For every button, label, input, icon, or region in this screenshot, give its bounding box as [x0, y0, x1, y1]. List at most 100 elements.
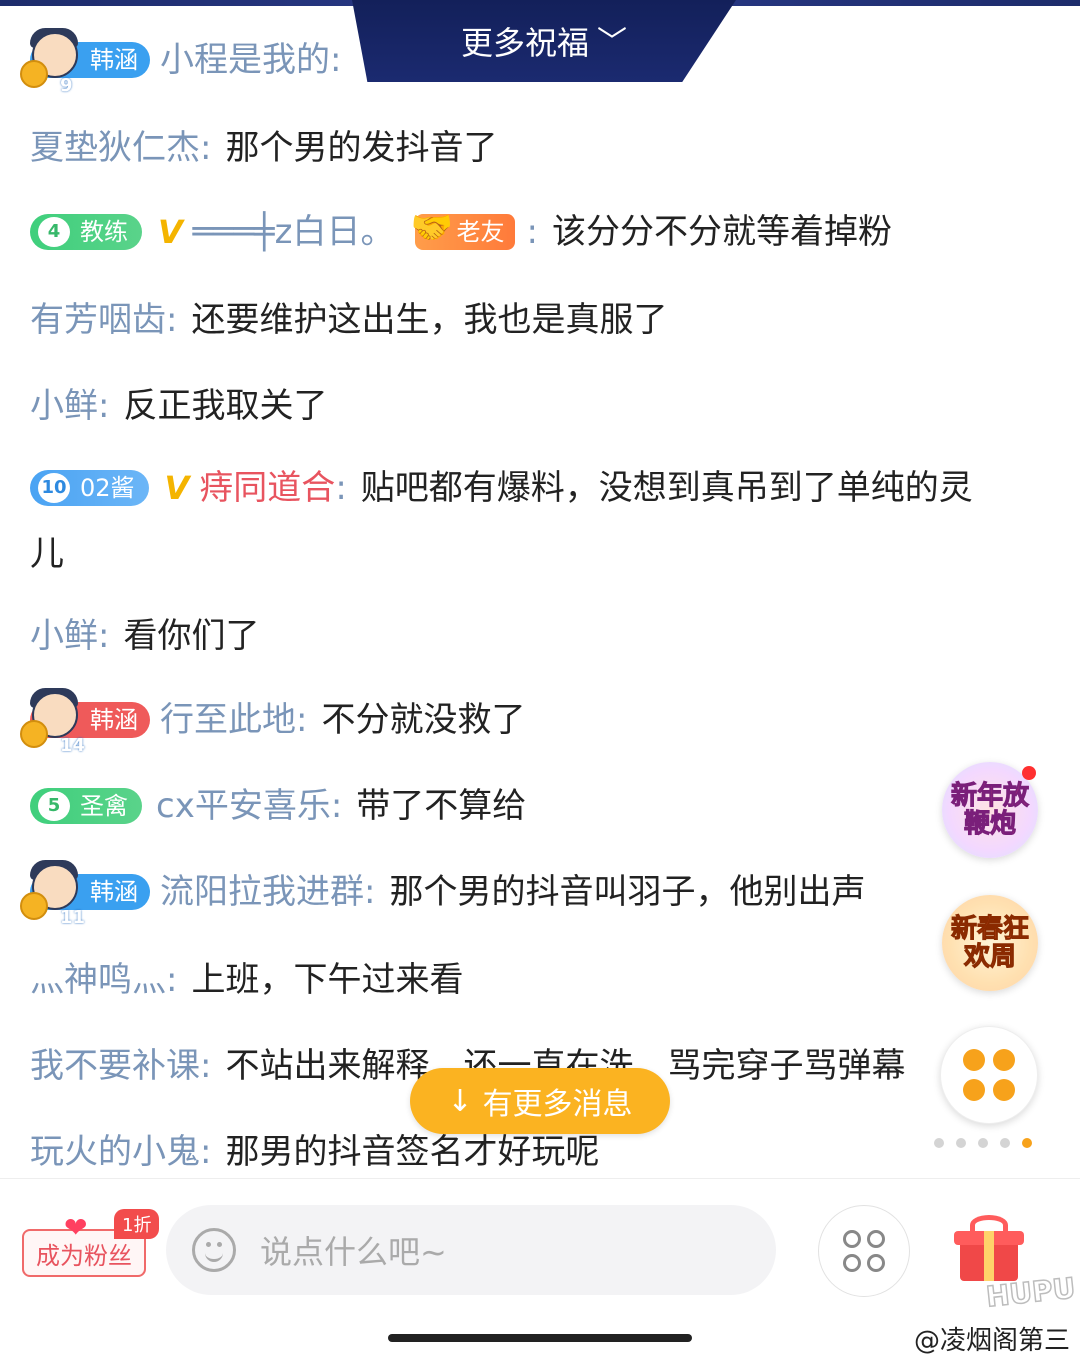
activity-pager[interactable]: [934, 1138, 1032, 1148]
username[interactable]: 流阳拉我进群: [160, 870, 364, 914]
badge-label: 02酱: [80, 474, 135, 502]
username[interactable]: 玩火的小鬼: [30, 1130, 200, 1174]
message-text: 看你们了: [123, 616, 260, 656]
chat-list[interactable]: 9 韩涵 小程是我的 : 夏垫狄仁杰 : 那个男的发抖音了 4 教练 V ═══…: [0, 0, 1080, 1180]
gift-button[interactable]: [954, 1215, 1024, 1281]
verified-v-icon: V: [164, 469, 190, 507]
username[interactable]: 小鲜: [30, 614, 98, 658]
message-text: 该分分不分就等着掉粉: [551, 212, 892, 252]
username[interactable]: 小鲜: [30, 384, 98, 428]
fan-club-badge[interactable]: 4 教练: [30, 214, 142, 250]
message-text: 那个男的发抖音了: [225, 128, 498, 168]
badge-label: 圣禽: [80, 792, 128, 820]
name-separator: :: [296, 700, 308, 740]
pager-dot-active: [1022, 1138, 1032, 1148]
chat-message: 11 韩涵 流阳拉我进群 : 那个男的抖音叫羽子，他别出声: [20, 860, 1050, 928]
chat-message: 小鲜 : 反正我取关了: [30, 384, 1050, 428]
discount-tag: 1折: [114, 1209, 160, 1239]
chat-message-continuation: 儿: [30, 532, 1050, 576]
username[interactable]: 夏垫狄仁杰: [30, 126, 200, 170]
fan-club-badge[interactable]: 10 02酱: [30, 470, 149, 506]
avatar: 14: [20, 686, 85, 756]
chevron-down-icon: ﹀: [597, 25, 627, 60]
username[interactable]: cx平安喜乐: [156, 784, 331, 828]
message-text: 反正我取关了: [123, 386, 328, 426]
name-separator: :: [166, 300, 178, 340]
emoji-icon[interactable]: [192, 1228, 236, 1272]
badge-level: 11: [60, 907, 86, 928]
chat-message: 4 教练 V ═══╪z白日。 🤝 老友 : 该分分不分就等着掉粉: [30, 208, 1050, 254]
username[interactable]: 有芳咽齿: [30, 298, 166, 342]
message-text: 贴吧都有爆料，没想到真吊到了单纯的灵: [360, 468, 973, 508]
apps-grid-icon: [963, 1049, 1015, 1101]
heart-level-icon: 10: [38, 473, 70, 503]
badge-label: 韩涵: [90, 46, 138, 74]
name-separator: :: [98, 616, 110, 656]
avatar: 9: [20, 26, 84, 96]
friend-badge-label: 老友: [456, 218, 505, 246]
username[interactable]: ═══╪z白日。: [193, 210, 395, 254]
name-separator: :: [330, 40, 342, 80]
carnival-label: 新春狂欢周: [950, 914, 1029, 972]
new-year-firecracker-button[interactable]: 新年放鞭炮: [942, 762, 1038, 858]
chat-message: 5 圣禽 cx平安喜乐 : 带了不算给: [30, 784, 1050, 828]
old-friend-badge: 🤝 老友: [411, 208, 515, 250]
heart-icon: ❤: [64, 1211, 88, 1244]
username[interactable]: 我不要补课: [30, 1044, 200, 1088]
chat-message: 10 02酱 V 痔同道合 : 贴吧都有爆料，没想到真吊到了单纯的灵: [30, 466, 1050, 510]
name-separator: :: [200, 1046, 212, 1086]
message-text: 带了不算给: [356, 786, 527, 826]
more-messages-button[interactable]: ↓ 有更多消息: [410, 1068, 670, 1134]
chat-message: 小鲜 : 看你们了: [30, 614, 1050, 658]
comment-input[interactable]: 说点什么吧~: [166, 1205, 776, 1295]
heart-level-icon: 5: [38, 791, 70, 821]
name-separator: :: [364, 872, 376, 912]
weibo-watermark: @凌烟阁第三: [913, 1326, 1070, 1356]
message-text: 那个男的抖音叫羽子，他别出声: [389, 872, 866, 912]
fan-badge[interactable]: 11 韩涵: [20, 860, 150, 928]
badge-level: 9: [60, 75, 73, 96]
spring-carnival-button[interactable]: 新春狂欢周: [942, 895, 1038, 991]
chat-message: 有芳咽齿 : 还要维护这出生，我也是真服了: [30, 298, 1050, 342]
fan-badge[interactable]: 14 韩涵: [20, 688, 150, 756]
verified-v-icon: V: [158, 213, 183, 251]
avatar: 11: [20, 858, 85, 928]
badge-label: 教练: [80, 218, 128, 246]
message-text: 不分就没救了: [321, 700, 526, 740]
pager-dot: [978, 1138, 988, 1148]
more-blessings-label: 更多祝福: [460, 24, 589, 62]
name-separator: :: [166, 960, 178, 1000]
pager-dot: [956, 1138, 966, 1148]
firecracker-label: 新年放鞭炮: [950, 781, 1029, 839]
username[interactable]: 灬神鸣灬: [30, 958, 166, 1002]
username[interactable]: 行至此地: [160, 698, 296, 742]
chat-message: 灬神鸣灬 : 上班，下午过来看: [30, 958, 1050, 1002]
notification-dot: [1022, 766, 1036, 780]
chat-message: 14 韩涵 行至此地 : 不分就没救了: [20, 688, 1050, 756]
badge-label: 韩涵: [90, 878, 138, 906]
username[interactable]: 小程是我的: [160, 38, 330, 82]
chat-message: 玩火的小鬼 : 那男的抖音签名才好玩呢: [30, 1130, 1050, 1174]
pager-dot: [1000, 1138, 1010, 1148]
home-indicator[interactable]: [388, 1334, 692, 1342]
fan-badge[interactable]: 9 韩涵: [20, 28, 150, 96]
more-blessings-tab[interactable]: 更多祝福 ﹀: [352, 0, 736, 82]
badge-level: 14: [60, 735, 86, 756]
username[interactable]: 痔同道合: [199, 466, 335, 510]
more-features-button[interactable]: [818, 1205, 910, 1297]
handshake-icon: 🤝: [410, 208, 453, 248]
chat-message: 夏垫狄仁杰 : 那个男的发抖音了: [30, 126, 1050, 170]
name-separator: :: [330, 786, 343, 826]
badge-label: 韩涵: [90, 706, 138, 734]
message-text: 上班，下午过来看: [191, 960, 464, 1000]
name-separator: :: [200, 1132, 212, 1172]
heart-level-icon: 4: [38, 217, 70, 247]
message-text: 还要维护这出生，我也是真服了: [191, 300, 668, 340]
activity-apps-button[interactable]: [940, 1026, 1038, 1124]
message-text: 儿: [30, 534, 64, 574]
name-separator: :: [335, 468, 347, 508]
name-separator: :: [526, 212, 538, 252]
arrow-down-icon: ↓: [447, 1083, 473, 1119]
fan-club-badge[interactable]: 5 圣禽: [30, 788, 142, 824]
name-separator: :: [98, 386, 110, 426]
